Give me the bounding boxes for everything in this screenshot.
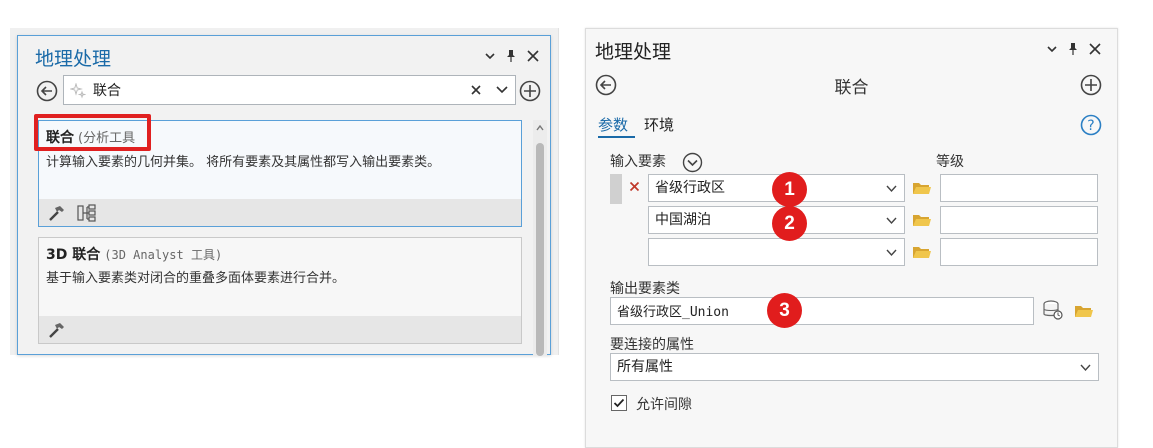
expand-input-features-button[interactable] — [682, 152, 703, 173]
remove-row-icon[interactable] — [629, 181, 640, 192]
search-dropdown-chevron-icon[interactable] — [496, 85, 508, 95]
red-highlight-box — [34, 114, 151, 151]
left-pane-header-controls — [484, 49, 540, 63]
close-icon[interactable] — [1088, 42, 1102, 56]
tool-search-box[interactable] — [63, 75, 516, 105]
output-feature-class-input[interactable]: 省级行政区_Union — [610, 297, 1034, 325]
tab-parameters[interactable]: 参数 — [598, 114, 628, 135]
output-feature-class-label: 输出要素类 — [610, 281, 680, 297]
chevron-down-icon[interactable] — [886, 217, 897, 225]
back-button[interactable] — [36, 80, 58, 102]
scroll-thumb[interactable] — [536, 143, 544, 356]
gaps-allowed-checkbox[interactable] — [611, 395, 627, 411]
combo-value: 所有属性 — [617, 359, 673, 375]
options-chevron-icon[interactable] — [1046, 43, 1058, 55]
result-card-footer — [39, 316, 521, 343]
tab-environments[interactable]: 环境 — [644, 114, 674, 135]
annotation-badge-3: 3 — [767, 293, 802, 328]
annotation-badge-2: 2 — [772, 206, 807, 241]
result-description: 基于输入要素类对闭合的重叠多面体要素进行合并。 — [46, 271, 346, 286]
close-icon[interactable] — [526, 49, 540, 63]
add-button[interactable] — [519, 80, 541, 102]
input-features-label: 输入要素 — [610, 154, 666, 170]
hammer-icon[interactable] — [47, 321, 67, 339]
join-attributes-dropdown[interactable]: 所有属性 — [610, 353, 1099, 381]
chevron-down-circle-icon — [682, 152, 703, 173]
annotation-badge-1: 1 — [772, 172, 807, 207]
left-geoprocessing-pane: 地理处理 联合(分析工具 计算输入要素的几何并集。 将所 — [17, 35, 551, 356]
rank-label: 等级 — [936, 154, 964, 170]
pin-icon[interactable] — [505, 49, 517, 63]
checkmark-icon — [613, 398, 625, 408]
scroll-up-icon[interactable] — [536, 125, 544, 131]
chevron-down-icon[interactable] — [886, 185, 897, 193]
svg-text:?: ? — [1087, 118, 1094, 134]
help-icon[interactable]: ? — [1080, 114, 1102, 136]
search-input[interactable] — [91, 79, 451, 101]
row-drag-handle[interactable] — [610, 174, 622, 204]
rank-input-2[interactable] — [940, 206, 1098, 234]
combo-value: 省级行政区 — [655, 180, 725, 196]
browse-folder-icon[interactable] — [912, 212, 932, 228]
result-title: 3D 联合 — [46, 247, 101, 263]
pin-icon[interactable] — [1067, 42, 1079, 56]
rank-input-1[interactable] — [940, 174, 1098, 202]
right-geoprocessing-pane: 地理处理 联合 参数 环境 ? 输入要素 等级 省级行政区 中国湖泊 输出要素类… — [585, 28, 1118, 448]
model-diagram-icon[interactable] — [77, 203, 97, 222]
right-pane-title: 地理处理 — [595, 41, 672, 63]
browse-folder-icon[interactable] — [912, 244, 932, 260]
chevron-down-icon[interactable] — [886, 249, 897, 257]
options-chevron-icon[interactable] — [484, 50, 496, 62]
add-button[interactable] — [1080, 74, 1102, 96]
plus-circle-icon — [519, 80, 541, 102]
output-value: 省级行政区_Union — [617, 305, 729, 320]
geodatabase-icon[interactable] — [1042, 299, 1064, 321]
plus-circle-icon — [1080, 74, 1102, 96]
clear-search-icon[interactable] — [470, 84, 482, 96]
results-scrollbar[interactable] — [533, 120, 547, 356]
join-attributes-label: 要连接的属性 — [610, 337, 694, 353]
chevron-down-icon[interactable] — [1080, 364, 1091, 372]
browse-folder-icon[interactable] — [1074, 303, 1094, 319]
input-feature-combo-3[interactable] — [648, 238, 905, 266]
tool-name-heading: 联合 — [834, 78, 869, 98]
sparkle-icon — [70, 83, 86, 99]
result-category: (3D Analyst 工具) — [104, 248, 223, 262]
active-tab-underline — [598, 136, 635, 138]
back-arrow-icon — [36, 80, 58, 102]
result-description: 计算输入要素的几何并集。 将所有要素及其属性都写入输出要素类。 — [46, 155, 441, 170]
result-card-3d-union[interactable]: 3D 联合 (3D Analyst 工具) 基于输入要素类对闭合的重叠多面体要素进… — [38, 237, 522, 344]
browse-folder-icon[interactable] — [912, 180, 932, 196]
right-pane-header-controls — [1046, 42, 1102, 56]
left-pane-title: 地理处理 — [35, 48, 112, 70]
hammer-icon[interactable] — [47, 204, 67, 222]
result-card-footer — [39, 199, 521, 226]
combo-value: 中国湖泊 — [655, 212, 711, 228]
gaps-allowed-label: 允许间隙 — [636, 397, 692, 413]
rank-input-3[interactable] — [940, 238, 1098, 266]
